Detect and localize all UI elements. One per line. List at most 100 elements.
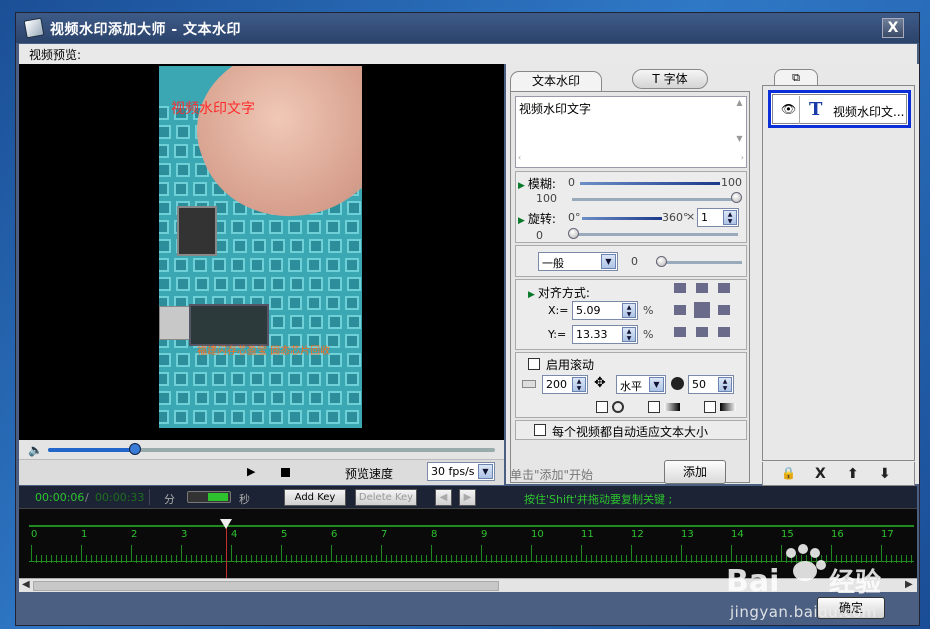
layer-item[interactable]: 👁 T 视频水印文... [768, 90, 911, 128]
chevron-down-icon[interactable]: ▼ [649, 377, 664, 392]
spinner-arrows-icon[interactable]: ▲ ▼ [572, 377, 586, 392]
timeline-tick [546, 555, 547, 563]
timeline-tick [341, 555, 342, 563]
scroll-speed-spinner[interactable]: 200 ▲ ▼ [542, 375, 588, 394]
chevron-down-icon[interactable]: ▼ [601, 254, 616, 269]
rotate-count-spinner[interactable]: 1 ▲ ▼ [697, 208, 739, 227]
x-spinner[interactable]: 5.09 ▲ ▼ [572, 301, 638, 320]
fade-in-checkbox[interactable] [648, 401, 660, 413]
align-cell[interactable] [696, 327, 708, 337]
align-cell[interactable] [718, 327, 730, 337]
app-window: 视频水印添加大师 - 文本水印 X 视频预览: 视频水印文字 福建闪存芯盈宝 固… [15, 12, 920, 626]
add-key-button[interactable]: Add Key [284, 489, 346, 506]
timeline-mark-label: 13 [681, 529, 694, 540]
toggle-knob [208, 493, 228, 501]
close-button[interactable]: X [882, 18, 904, 38]
timeline-tick [536, 555, 537, 563]
text-scrollbar[interactable]: ▲ ▼ [733, 98, 746, 154]
move-down-icon[interactable]: ⬇ [879, 466, 891, 482]
stop-icon[interactable] [281, 468, 290, 477]
playhead-handle[interactable] [220, 519, 232, 529]
video-preview: 视频水印文字 福建闪存芯盈宝 固态芯片回收 [19, 64, 504, 440]
align-cell[interactable] [674, 305, 686, 315]
timeline-tick [676, 555, 677, 563]
scroll-right-icon[interactable]: ▶ [905, 579, 913, 590]
chevron-down-icon[interactable]: ▼ [478, 464, 493, 479]
timeline-tick [606, 555, 607, 563]
video-grid-cell [288, 220, 302, 234]
delete-layer-button[interactable]: X [815, 466, 826, 482]
timeline-tick [391, 555, 392, 563]
timeline-tick [696, 555, 697, 563]
timeline-toolbar: 00:00:06 / 00:00:33 分 秒 Add Key Delete K… [19, 486, 917, 508]
align-cell[interactable] [694, 302, 710, 318]
timeline-tick [436, 555, 437, 563]
timeline-tick [681, 545, 682, 561]
mode-select[interactable]: 一般 ▼ [538, 252, 618, 271]
y-spinner[interactable]: 13.33 ▲ ▼ [572, 325, 638, 344]
scroll-left-icon[interactable]: ◀ [22, 579, 30, 590]
video-grid-cell [328, 277, 342, 291]
delete-key-button[interactable]: Delete Key [355, 489, 417, 506]
scroll-time-value: 50 [692, 378, 706, 391]
video-usb-connector [159, 306, 191, 340]
video-grid-cell [269, 410, 283, 424]
spinner-arrows-icon[interactable]: ▲ ▼ [622, 327, 636, 342]
align-cell[interactable] [674, 283, 686, 293]
eye-icon[interactable]: 👁 [781, 102, 796, 116]
timeline-tick [206, 555, 207, 563]
timeline-tick [551, 555, 552, 563]
blur-label: ▶ 模糊: [518, 177, 556, 191]
baidu-logo-tail: 经验 [829, 567, 881, 596]
autofit-checkbox[interactable] [534, 424, 546, 436]
scrollbar-thumb[interactable] [33, 581, 499, 591]
rotate-slider-knob[interactable] [568, 228, 579, 239]
tab-font[interactable]: T 字体 [632, 69, 708, 89]
text-hscroll[interactable]: ‹ › [518, 153, 744, 162]
mode-slider-knob[interactable] [656, 256, 667, 267]
spinner-arrows-icon[interactable]: ▲ ▼ [622, 303, 636, 318]
scroll-time-spinner[interactable]: 50 ▲ ▼ [688, 375, 734, 394]
video-grid-cell [174, 372, 188, 386]
mode-slider-track[interactable] [656, 261, 742, 264]
playback-controls: ▶ 预览速度 30 fps/s ▼ [19, 459, 504, 485]
video-grid-cell [212, 258, 226, 272]
move-up-icon[interactable]: ⬆ [847, 466, 859, 482]
timeline-tick [61, 555, 62, 563]
align-cell[interactable] [696, 283, 708, 293]
prev-key-icon[interactable]: ◀ [435, 489, 452, 506]
fade-out-checkbox[interactable] [704, 401, 716, 413]
timeline-tick [456, 555, 457, 563]
video-grid-cell [290, 277, 304, 291]
rotate-slider-track[interactable] [572, 233, 738, 236]
spinner-arrows-icon[interactable]: ▲ ▼ [718, 377, 732, 392]
timeline-mark-label: 17 [881, 529, 894, 540]
next-key-icon[interactable]: ▶ [459, 489, 476, 506]
align-cell[interactable] [718, 305, 730, 315]
seek-knob[interactable] [129, 443, 141, 455]
watermark-text-input[interactable]: 视频水印文字 ▲ ▼ ‹ › [515, 96, 747, 168]
volume-icon[interactable]: 🔈 [28, 443, 43, 457]
timeline-tick [71, 555, 72, 563]
blur-slider-knob[interactable] [731, 192, 742, 203]
add-button[interactable]: 添加 [664, 460, 726, 484]
time-unit-toggle[interactable] [187, 491, 231, 503]
lock-icon[interactable]: 🔒 [781, 466, 796, 480]
mode-value: 一般 [542, 257, 564, 270]
scroll-direction-select[interactable]: 水平 ▼ [616, 375, 666, 394]
watermark-text-main[interactable]: 视频水印文字 [171, 98, 255, 118]
video-grid-cell [326, 258, 340, 272]
tab-text-watermark[interactable]: 文本水印 [510, 71, 602, 91]
loop-checkbox[interactable] [596, 401, 608, 413]
blur-slider-track[interactable] [572, 198, 738, 201]
video-grid-cell [307, 258, 321, 272]
align-cell[interactable] [674, 327, 686, 337]
spinner-arrows-icon[interactable]: ▲ ▼ [723, 210, 737, 225]
play-icon[interactable]: ▶ [247, 465, 255, 478]
video-frame: 视频水印文字 福建闪存芯盈宝 固态芯片回收 [159, 66, 362, 428]
timeline-tick [231, 545, 232, 561]
enable-scroll-checkbox[interactable] [528, 358, 540, 370]
alignment-grid[interactable] [674, 283, 736, 345]
preview-speed-select[interactable]: 30 fps/s ▼ [427, 462, 495, 481]
align-cell[interactable] [718, 283, 730, 293]
